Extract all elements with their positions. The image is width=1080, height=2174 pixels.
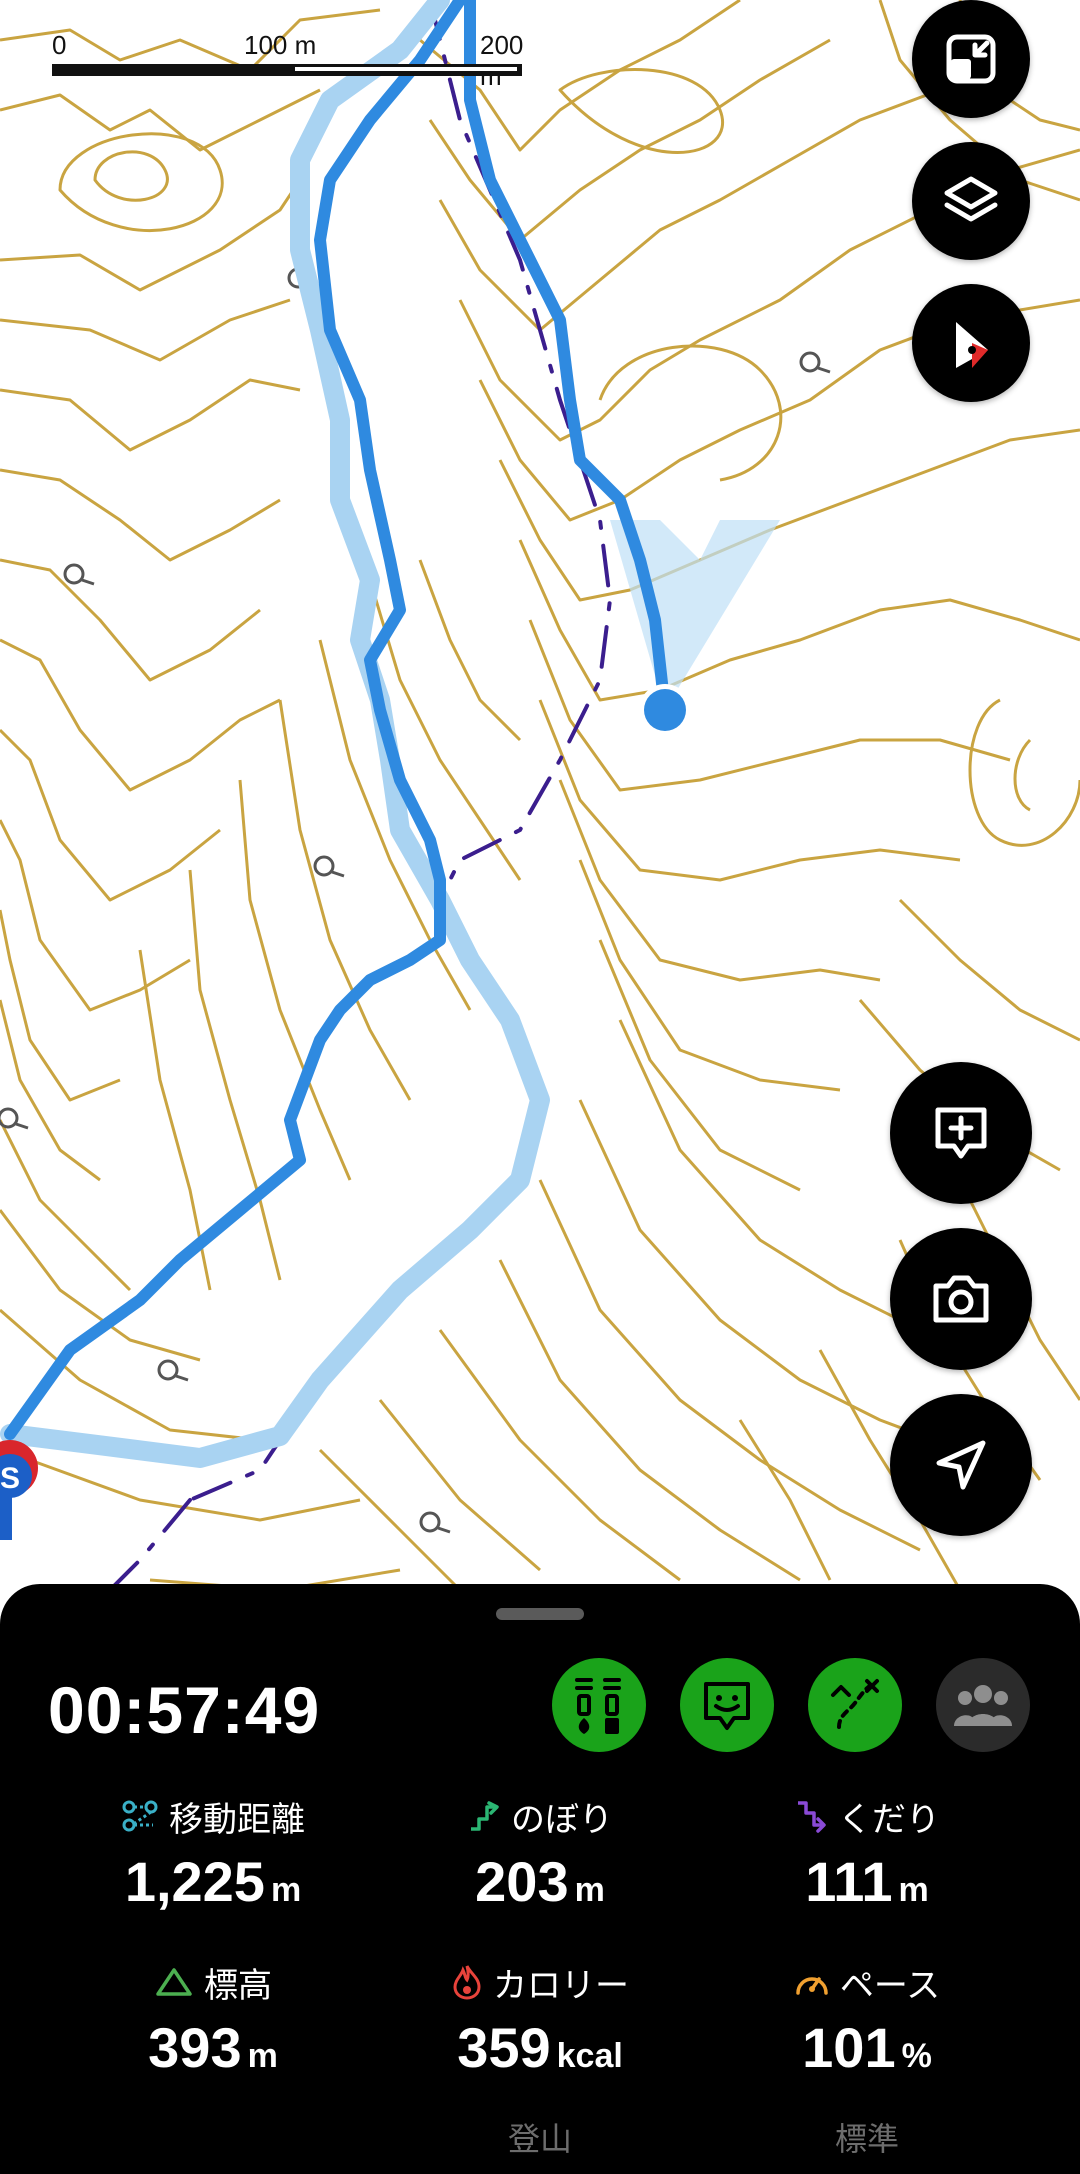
stat-distance-value: 1,225 (124, 1850, 265, 1913)
stat-distance: 移動距離 1,225 m (48, 1794, 378, 1910)
stat-elevation-label: 標高 (204, 1966, 272, 2005)
course-button[interactable] (808, 1658, 902, 1752)
add-note-button[interactable] (890, 1062, 1032, 1204)
app-root: S 0 100 m 200 m 00:57:49 移動距離 1,225 m のぼ… (0, 0, 1080, 2174)
stat-ascent-value: 203 (475, 1850, 569, 1913)
ascent-icon (471, 1801, 499, 1831)
stat-pace-value: 101 (802, 2016, 896, 2079)
camera-button[interactable] (890, 1228, 1032, 1370)
stat-ascent-unit: m (574, 1871, 605, 1909)
scale-label-zero: 0 (52, 30, 67, 60)
sheet-drag-handle[interactable] (496, 1608, 584, 1620)
compass-button[interactable] (912, 284, 1030, 402)
map-canvas[interactable]: S (0, 0, 1080, 1600)
stat-elevation: 標高 393 m (48, 1960, 378, 2076)
guide-button[interactable] (680, 1658, 774, 1752)
planned-route (0, 0, 550, 1468)
add-comment-icon (935, 1107, 987, 1159)
stat-calories: カロリー 359 kcal (375, 1960, 705, 2076)
my-location-button[interactable] (890, 1394, 1032, 1536)
scale-bar-graphic (52, 64, 522, 76)
start-marker-label: S (0, 1462, 20, 1495)
elapsed-time: 00:57:49 (48, 1673, 321, 1747)
scale-label-mid: 100 m (244, 30, 317, 60)
group-icon (954, 1685, 1012, 1726)
camera-icon (933, 1275, 989, 1323)
pace-mode-label: 標準 (834, 2121, 899, 2157)
descent-icon (798, 1801, 826, 1833)
stat-ascent: のぼり 203 m (375, 1794, 705, 1910)
exit-fullscreen-button[interactable] (912, 0, 1030, 118)
route-markers-icon (575, 1678, 621, 1734)
recorded-track (4, 0, 671, 1440)
speedometer-icon (796, 1977, 828, 1995)
stat-calories-label: カロリー (493, 1966, 629, 2005)
compass-icon (956, 322, 988, 368)
stat-descent-value: 111 (805, 1850, 893, 1913)
scale-label-end: 200 m (480, 30, 524, 91)
stat-descent-label: くだり (838, 1800, 940, 1839)
map-layers-button[interactable] (912, 142, 1030, 260)
stat-calories-value: 359 (457, 2016, 551, 2079)
group-button[interactable] (936, 1658, 1030, 1752)
layers-icon (944, 176, 998, 222)
mountain-icon (156, 1968, 192, 1996)
start-marker: S (0, 1440, 38, 1540)
stat-descent: くだり 111 m (702, 1794, 1032, 1910)
flame-icon (453, 1965, 481, 2000)
stat-pace: ペース 101% (702, 1960, 1032, 2076)
stat-distance-unit: m (270, 1871, 302, 1909)
route-info-button[interactable] (552, 1658, 646, 1752)
current-location-dot (639, 684, 691, 736)
stat-distance-label: 移動距離 (169, 1800, 305, 1839)
stat-elevation-value: 393 (148, 2016, 242, 2079)
activity-panel[interactable]: 00:57:49 移動距離 1,225 m のぼり 203 m くだり 111 … (0, 1584, 1080, 2174)
guide-face-icon (704, 1682, 750, 1730)
stat-calories-unit: kcal (556, 2037, 623, 2075)
course-arrows-icon (831, 1679, 879, 1729)
trail-path (98, 0, 613, 1600)
stat-elevation-unit: m (247, 2037, 278, 2075)
stat-pace-label: ペース (839, 1966, 941, 2005)
scale-bar: 0 100 m 200 m (52, 30, 532, 91)
stat-pace-unit: % (901, 2037, 932, 2075)
topographic-map[interactable]: S 0 100 m 200 m (0, 0, 1080, 1600)
stat-ascent-label: のぼり (511, 1800, 613, 1839)
depression-markers (0, 267, 831, 1534)
stat-descent-unit: m (898, 1871, 929, 1909)
minimize-window-icon (946, 34, 996, 84)
navigation-arrow-icon (936, 1440, 986, 1490)
route-icon (122, 1800, 158, 1832)
calorie-mode-label: 登山 (507, 2121, 572, 2157)
